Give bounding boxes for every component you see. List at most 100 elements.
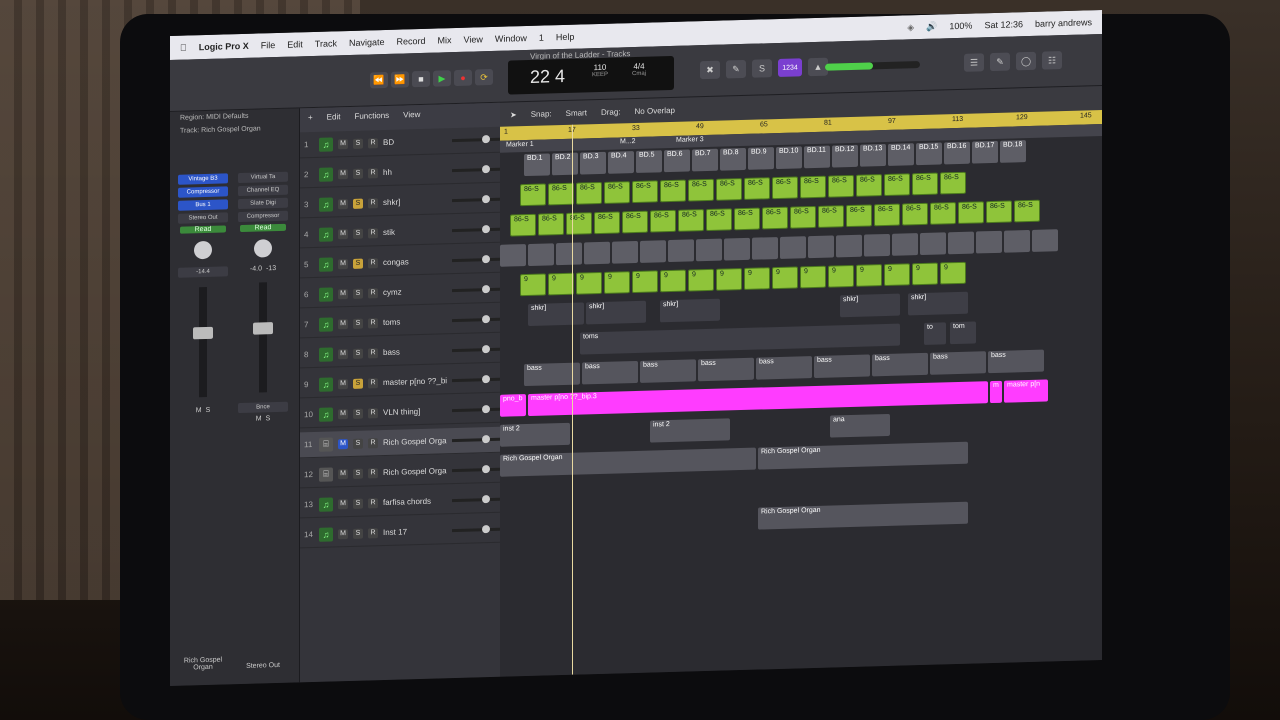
menu-window[interactable]: Window [495,33,527,44]
volume-fader[interactable] [193,286,213,398]
record-enable-button[interactable]: R [368,347,378,358]
midi-note-icon[interactable]: ♫ [319,286,333,302]
replace-icon[interactable]: ✖ [700,60,720,80]
mute-button[interactable]: M [338,348,348,359]
track-header[interactable]: 13 ♫ M S Rfarfisa chords [300,486,500,519]
menu-mix[interactable]: Mix [438,35,452,45]
region[interactable]: 86-S [576,181,602,205]
track-volume-slider[interactable] [452,227,500,233]
region[interactable]: BD.1 [524,153,550,177]
track-name[interactable]: VLN thing] [383,406,447,417]
plugin-slot-2[interactable]: Channel EQ [238,184,288,197]
region[interactable]: 86-S [930,202,956,225]
tuner-icon[interactable]: ✎ [726,59,746,79]
menu-track[interactable]: Track [315,38,337,49]
region[interactable]: master p[n [1004,379,1048,403]
record-enable-button[interactable]: R [368,467,378,478]
region[interactable]: inst 2 [650,418,730,443]
track-header[interactable]: 7 ♫ M S Rtoms [300,306,500,339]
track-name[interactable]: Rich Gospel Organ [383,436,447,447]
region[interactable]: 9 [520,273,546,297]
region[interactable] [1004,229,1030,253]
region[interactable]: 86-S [660,179,686,203]
track-header[interactable]: 12 ⌸ M S R Rich Gospel Organ [300,456,500,489]
app-menu[interactable]: Logic Pro X [199,41,249,52]
mute-button[interactable]: M [338,318,348,329]
track-header[interactable]: 11 ⌸ M S R Rich Gospel Organ [300,426,500,459]
midi-note-icon[interactable]: ♫ [319,346,333,362]
automation-read[interactable]: Read [180,225,226,234]
region[interactable]: 86-S [1014,199,1040,223]
track-header[interactable]: 5 ♫ M S Rcongas [300,246,500,279]
region[interactable] [808,235,834,259]
region[interactable]: 86-S [874,203,900,227]
region[interactable] [696,238,722,262]
region[interactable]: BD.16 [944,141,970,165]
region[interactable]: 86-S [762,206,788,230]
stop-button[interactable]: ■ [412,70,430,88]
wifi-icon[interactable]: ◈ [907,22,914,33]
mute-button[interactable]: M [338,378,348,389]
region[interactable]: 9 [632,270,658,294]
pan-knob[interactable] [254,239,272,258]
plugin-slot-4[interactable]: Compressor [238,210,288,223]
master-volume-slider[interactable] [825,61,920,71]
solo-button[interactable]: S [266,415,271,422]
region[interactable]: 86-S [734,207,760,231]
solo-button[interactable]: S [353,468,363,479]
solo-button[interactable]: S [353,408,363,419]
menu-edit[interactable]: Edit [287,39,303,49]
region[interactable] [948,231,974,255]
pan-knob[interactable] [194,240,212,260]
region[interactable] [920,232,946,256]
region[interactable]: 9 [744,267,770,290]
region[interactable]: 86-S [744,177,770,200]
bounce-button[interactable]: Bnce [238,401,288,414]
mute-button[interactable]: M [338,498,348,509]
record-enable-button[interactable]: R [368,377,378,388]
marker[interactable]: Marker 1 [506,141,534,149]
organ-icon[interactable]: ⌸ [319,436,333,452]
region[interactable]: shkr] [528,302,584,327]
region[interactable]: toms [580,323,900,355]
region[interactable]: 9 [912,262,938,286]
region[interactable]: 9 [576,271,602,295]
record-button[interactable]: ● [454,69,472,87]
region[interactable] [612,240,638,264]
output-slot[interactable]: Stereo Out [178,212,228,224]
region[interactable]: to [924,322,946,345]
functions-menu[interactable]: Functions [354,111,389,126]
track-volume-slider[interactable] [452,347,500,353]
clock[interactable]: Sat 12:36 [984,19,1023,30]
track-name[interactable]: cymz [383,286,447,298]
rewind-button[interactable]: ⏪ [370,71,388,89]
region[interactable]: 86-S [912,172,938,196]
midi-note-icon[interactable]: ♫ [319,496,333,512]
playhead[interactable] [572,124,573,675]
instrument-slot[interactable]: Vintage B3 [178,173,228,185]
region[interactable]: 86-S [958,201,984,224]
menu-record[interactable]: Record [397,36,426,47]
fader-cap[interactable] [193,326,213,340]
region[interactable]: 86-S [650,209,676,233]
send-slot[interactable]: Bus 1 [178,199,228,211]
track-volume-slider[interactable] [452,137,500,143]
list-editors-icon[interactable]: ☰ [964,53,984,72]
loop-browser-icon[interactable]: ◯ [1016,51,1036,71]
region[interactable]: 86-S [538,212,564,236]
region[interactable]: 86-S [622,210,648,234]
record-enable-button[interactable]: R [368,407,378,418]
track-volume-slider[interactable] [452,527,500,533]
browser-icon[interactable]: ☷ [1042,51,1062,70]
cycle-button[interactable]: ⟳ [475,68,493,86]
track-volume-slider[interactable] [452,197,500,203]
region[interactable]: m [990,380,1002,404]
region[interactable] [864,233,890,257]
track-name[interactable]: congas [383,256,447,267]
notepad-icon[interactable]: ✎ [990,52,1010,72]
track-volume-slider[interactable] [452,317,500,323]
plugin-slot-3[interactable]: Slate Digi [238,197,288,210]
region[interactable] [556,242,582,266]
region[interactable]: 9 [660,269,686,293]
volume-fader[interactable] [253,282,273,393]
